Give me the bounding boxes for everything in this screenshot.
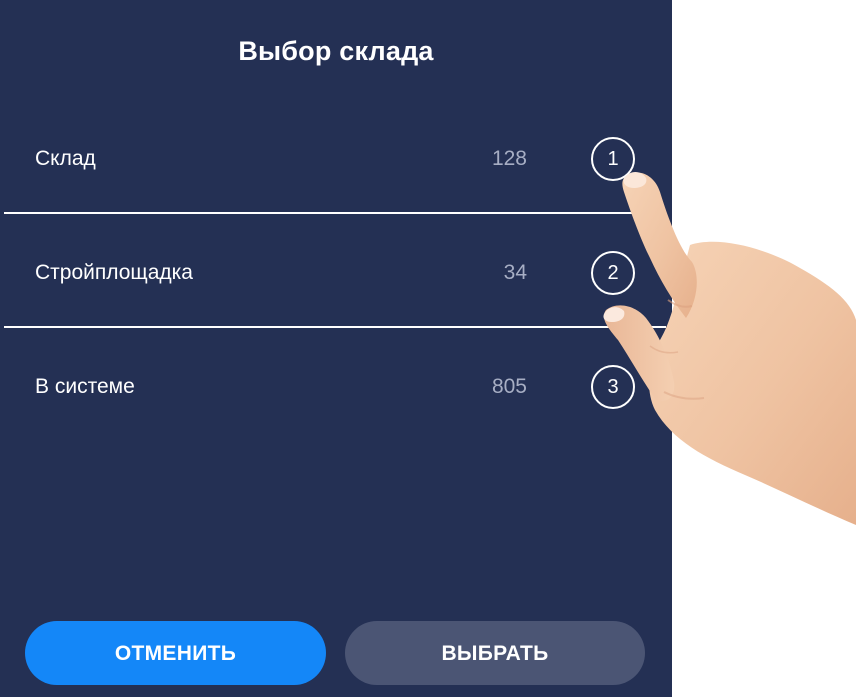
list-item-count: 805 [491, 375, 527, 398]
list-item-label: Стройплощадка [35, 261, 193, 284]
page: Выбор склада Склад 128 1 Стройплощадка 3… [0, 0, 856, 697]
number-badge: 3 [591, 365, 635, 409]
list-divider [4, 326, 666, 328]
dialog-title: Выбор склада [238, 36, 434, 66]
list-divider [4, 212, 666, 214]
list-item-count: 34 [503, 261, 527, 284]
list-item-warehouse-2[interactable]: Стройплощадка 34 2 [0, 243, 672, 303]
list-item-label: В системе [35, 375, 135, 398]
select-button[interactable]: ВЫБРАТЬ [345, 621, 645, 685]
cancel-button[interactable]: ОТМЕНИТЬ [25, 621, 326, 685]
warehouse-selection-dialog: Выбор склада Склад 128 1 Стройплощадка 3… [0, 0, 672, 697]
list-item-warehouse-1[interactable]: Склад 128 1 [0, 129, 672, 189]
list-item-label: Склад [35, 147, 96, 170]
list-item-warehouse-3[interactable]: В системе 805 3 [0, 357, 672, 417]
list-item-count: 128 [491, 147, 527, 170]
number-badge: 2 [591, 251, 635, 295]
number-badge: 1 [591, 137, 635, 181]
